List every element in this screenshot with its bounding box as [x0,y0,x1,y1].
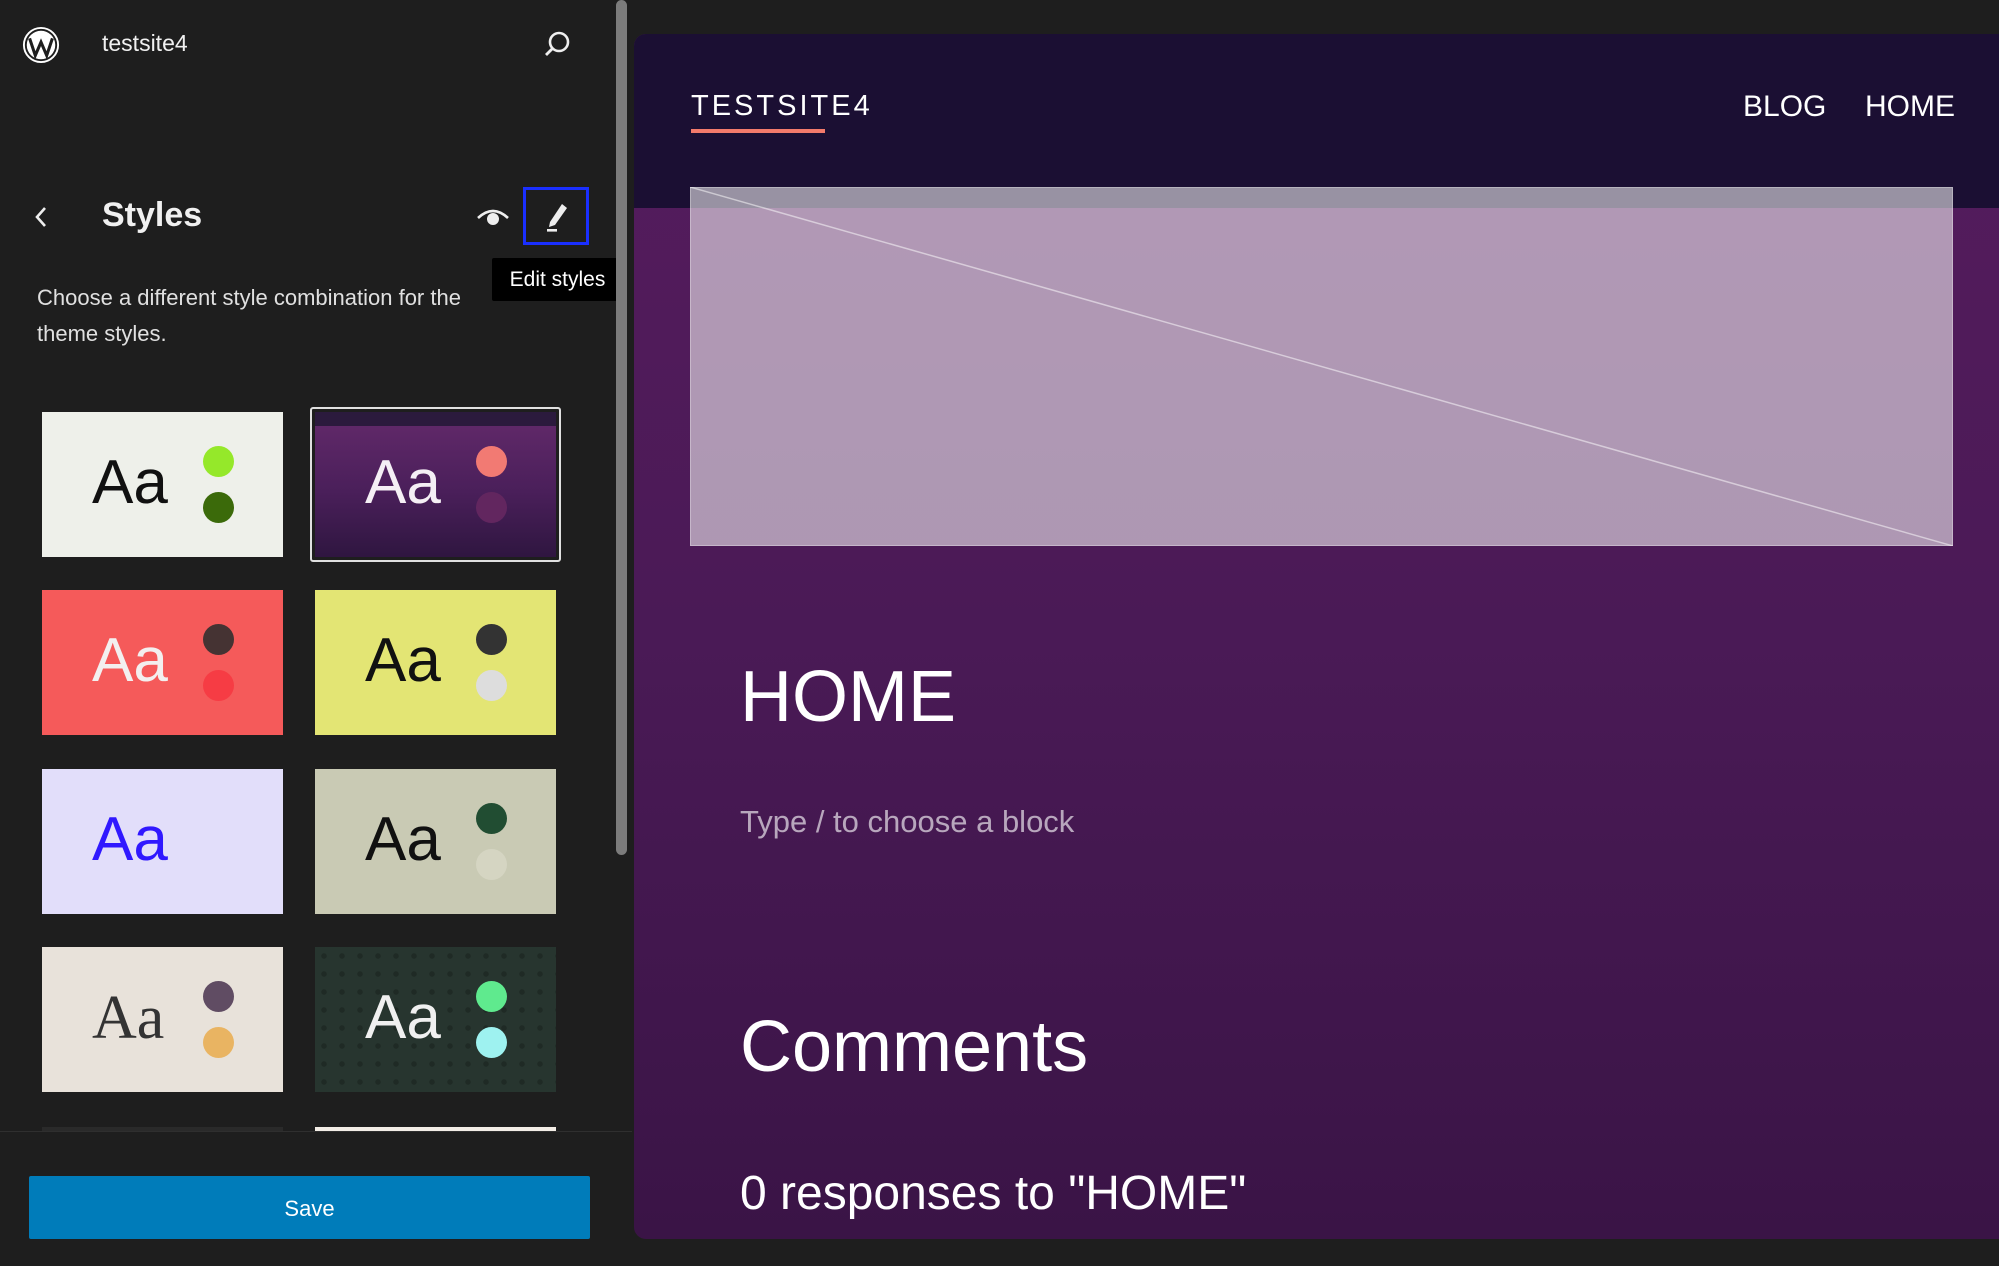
typography-preview: Aa [365,983,441,1052]
typography-preview: Aa [92,626,168,695]
color-swatch [203,492,234,523]
preview-site-title[interactable]: TESTSITE4 [691,90,873,123]
typography-preview: Aa [365,626,441,695]
color-swatch [476,624,507,655]
typography-preview: Aa [365,448,441,517]
color-swatch [203,624,234,655]
style-variation-card[interactable]: Aa [315,769,556,914]
color-swatch [476,1027,507,1058]
typography-preview: Aa [92,805,168,874]
color-swatch [476,981,507,1012]
pencil-icon [547,204,567,232]
color-swatch [203,1027,234,1058]
style-variation-card[interactable]: Aa [42,590,283,735]
site-title-underline [691,129,825,133]
wordpress-logo[interactable] [22,26,60,64]
chevron-left-icon[interactable] [28,200,54,234]
site-preview[interactable]: TESTSITE4 BLOG HOME HOME Type / to choos… [634,34,1999,1239]
save-button[interactable]: Save [29,1176,590,1239]
nav-link-blog[interactable]: BLOG [1743,90,1826,124]
sidebar-scrollbar[interactable] [616,0,627,855]
placeholder-diagonal [690,187,1953,546]
styles-sidebar: testsite4 Styles Choose a different styl… [0,0,632,1266]
style-variation-card[interactable]: Aa [42,769,283,914]
comments-count: 0 responses to "HOME" [740,1167,1247,1220]
eye-icon[interactable] [474,200,512,234]
image-placeholder[interactable] [690,187,1953,546]
edit-styles-button[interactable] [523,187,589,245]
style-variations-grid: Aa Aa Aa Aa Aa Aa Aa Aa [0,380,616,1131]
color-swatch [476,803,507,834]
footer-divider [0,1131,632,1132]
search-icon[interactable] [540,28,574,62]
color-swatch [476,492,507,523]
color-swatch [203,446,234,477]
panel-title: Styles [102,196,203,234]
site-name[interactable]: testsite4 [102,30,188,57]
comments-heading: Comments [740,1007,1089,1087]
block-placeholder[interactable]: Type / to choose a block [740,804,1074,840]
edit-styles-tooltip: Edit styles [492,258,623,301]
typography-preview: Aa [92,984,165,1052]
style-variation-card[interactable]: Aa [315,947,556,1092]
nav-link-home[interactable]: HOME [1865,90,1955,124]
panel-description: Choose a different style combination for… [37,285,461,346]
typography-preview: Aa [92,448,168,517]
page-title[interactable]: HOME [740,656,956,738]
color-swatch [476,670,507,701]
color-swatch [476,446,507,477]
color-swatch [476,849,507,880]
style-variation-card[interactable]: Aa [42,412,283,557]
color-swatch [203,670,234,701]
typography-preview: Aa [365,805,441,874]
style-variation-card[interactable]: Aa [315,590,556,735]
style-variation-card[interactable]: Aa [42,947,283,1092]
style-variation-card[interactable]: Aa [315,412,556,557]
color-swatch [203,981,234,1012]
